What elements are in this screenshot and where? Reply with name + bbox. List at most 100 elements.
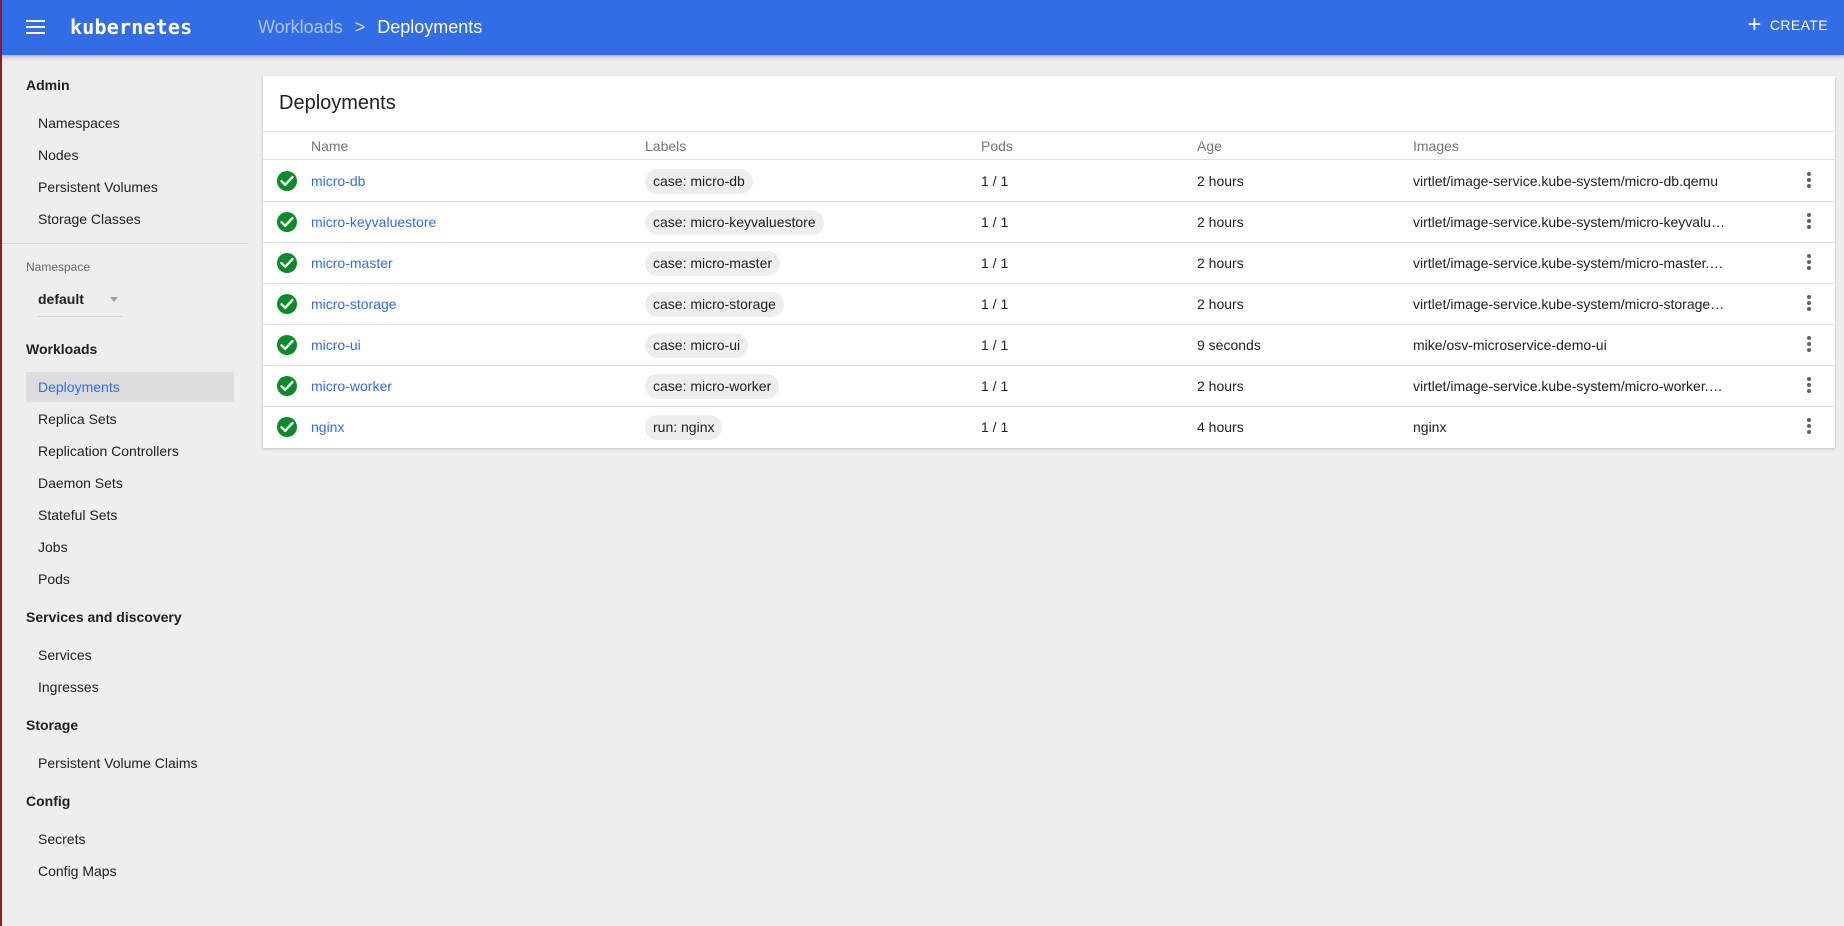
- age-value: 2 hours: [1197, 255, 1244, 271]
- image-value: nginx: [1413, 419, 1447, 435]
- top-toolbar: kubernetes Workloads > Deployments + CRE…: [0, 0, 1844, 55]
- breadcrumb: Workloads > Deployments: [258, 17, 482, 38]
- sidebar-item-namespaces[interactable]: Namespaces: [38, 115, 120, 131]
- check-circle-icon: [277, 253, 297, 273]
- more-vert-icon[interactable]: [1805, 377, 1813, 397]
- deployment-name-link[interactable]: micro-ui: [311, 337, 361, 353]
- plus-icon: +: [1747, 11, 1762, 38]
- pods-count: 1 / 1: [981, 255, 1009, 271]
- section-admin[interactable]: Admin: [26, 77, 70, 93]
- age-value: 2 hours: [1197, 173, 1244, 189]
- column-name[interactable]: Name: [311, 138, 348, 154]
- sidebar-item-secrets[interactable]: Secrets: [38, 831, 85, 847]
- check-circle-icon: [277, 335, 297, 355]
- section-services-discovery[interactable]: Services and discovery: [26, 609, 182, 625]
- age-value: 2 hours: [1197, 378, 1244, 394]
- check-circle-icon: [277, 376, 297, 396]
- label-chip: case: micro-master: [645, 251, 781, 276]
- sidebar-item-storage-classes[interactable]: Storage Classes: [38, 211, 141, 227]
- deployment-name-link[interactable]: micro-worker: [311, 378, 392, 394]
- label-chip: case: micro-storage: [645, 292, 784, 317]
- sidebar-item-deployments[interactable]: Deployments: [38, 379, 120, 395]
- brand-logo[interactable]: kubernetes: [70, 15, 192, 39]
- deployment-name-link[interactable]: micro-keyvaluestore: [311, 214, 436, 230]
- more-vert-icon[interactable]: [1805, 213, 1813, 233]
- section-config[interactable]: Config: [26, 793, 70, 809]
- label-chip: run: nginx: [645, 415, 723, 440]
- table-header: Name Labels Pods Age Images: [263, 132, 1835, 160]
- image-value: virtlet/image-service.kube-system/micro-…: [1413, 214, 1725, 230]
- image-value: virtlet/image-service.kube-system/micro-…: [1413, 173, 1718, 189]
- sidebar-item-nodes[interactable]: Nodes: [38, 147, 78, 163]
- more-vert-icon[interactable]: [1805, 418, 1813, 438]
- check-circle-icon: [277, 212, 297, 232]
- sidebar-item-jobs[interactable]: Jobs: [38, 539, 68, 555]
- sidebar-item-ingresses[interactable]: Ingresses: [38, 679, 99, 695]
- pods-count: 1 / 1: [981, 296, 1009, 312]
- sidebar-item-persistent-volumes[interactable]: Persistent Volumes: [38, 179, 158, 195]
- image-value: virtlet/image-service.kube-system/micro-…: [1413, 296, 1725, 312]
- age-value: 2 hours: [1197, 214, 1244, 230]
- sidebar-item-stateful-sets[interactable]: Stateful Sets: [38, 507, 117, 523]
- section-workloads[interactable]: Workloads: [26, 341, 97, 357]
- sidebar-item-daemon-sets[interactable]: Daemon Sets: [38, 475, 123, 491]
- sidebar-item-services[interactable]: Services: [38, 647, 92, 663]
- sidebar-item-persistent-volume-claims[interactable]: Persistent Volume Claims: [38, 755, 198, 771]
- age-value: 4 hours: [1197, 419, 1244, 435]
- age-value: 2 hours: [1197, 296, 1244, 312]
- window-edge: [0, 0, 2, 926]
- menu-icon[interactable]: [22, 16, 50, 40]
- more-vert-icon[interactable]: [1805, 254, 1813, 274]
- label-chip: case: micro-worker: [645, 374, 780, 399]
- image-value: virtlet/image-service.kube-system/micro-…: [1413, 255, 1724, 271]
- deployment-name-link[interactable]: micro-master: [311, 255, 393, 271]
- image-value: virtlet/image-service.kube-system/micro-…: [1413, 378, 1723, 394]
- create-button[interactable]: + CREATE: [1747, 11, 1828, 38]
- section-storage[interactable]: Storage: [26, 717, 78, 733]
- more-vert-icon[interactable]: [1805, 172, 1813, 192]
- check-circle-icon: [277, 171, 297, 191]
- sidebar-item-replica-sets[interactable]: Replica Sets: [38, 411, 117, 427]
- sidebar-item-config-maps[interactable]: Config Maps: [38, 863, 117, 879]
- namespace-select[interactable]: default: [38, 291, 122, 317]
- more-vert-icon[interactable]: [1805, 336, 1813, 356]
- sidebar-divider: [2, 243, 248, 244]
- table-row: micro-keyvaluestore case: micro-keyvalues…: [263, 202, 1835, 243]
- namespace-value: default: [38, 291, 84, 307]
- column-images: Images: [1413, 138, 1459, 154]
- label-chip: case: micro-keyvaluestore: [645, 210, 824, 235]
- table-row: micro-storage case: micro-storage 1 / 1 2 h…: [263, 284, 1835, 325]
- image-value: mike/osv-microservice-demo-ui: [1413, 337, 1607, 353]
- pods-count: 1 / 1: [981, 337, 1009, 353]
- caret-down-icon: [110, 297, 118, 302]
- pods-count: 1 / 1: [981, 419, 1009, 435]
- more-vert-icon[interactable]: [1805, 295, 1813, 315]
- namespace-label: Namespace: [26, 260, 91, 274]
- check-circle-icon: [277, 294, 297, 314]
- table-row: micro-worker case: micro-worker 1 / 1 2 hou…: [263, 366, 1835, 407]
- table-row: micro-ui case: micro-ui 1 / 1 9 seconds mike…: [263, 325, 1835, 366]
- deployment-name-link[interactable]: micro-storage: [311, 296, 397, 312]
- sidebar-item-pods[interactable]: Pods: [38, 571, 70, 587]
- deployment-name-link[interactable]: nginx: [311, 419, 344, 435]
- sidebar: Admin Namespaces Nodes Persistent Volume…: [2, 55, 248, 926]
- column-pods: Pods: [981, 138, 1013, 154]
- column-age[interactable]: Age: [1197, 138, 1222, 154]
- pods-count: 1 / 1: [981, 214, 1009, 230]
- breadcrumb-workloads[interactable]: Workloads: [258, 17, 343, 38]
- create-label: CREATE: [1769, 17, 1828, 33]
- sidebar-item-replication-controllers[interactable]: Replication Controllers: [38, 443, 179, 459]
- chevron-right-icon: >: [354, 17, 366, 37]
- pods-count: 1 / 1: [981, 378, 1009, 394]
- deployments-card: Deployments Name Labels Pods Age Images …: [263, 76, 1835, 448]
- table-row: nginx run: nginx 1 / 1 4 hours nginx: [263, 407, 1835, 448]
- breadcrumb-current: Deployments: [377, 17, 483, 37]
- column-labels: Labels: [645, 138, 687, 154]
- label-chip: case: micro-ui: [645, 333, 749, 358]
- check-circle-icon: [277, 417, 297, 437]
- label-chip: case: micro-db: [645, 169, 753, 194]
- card-title: Deployments: [279, 92, 396, 114]
- deployment-name-link[interactable]: micro-db: [311, 173, 365, 189]
- table-row: micro-db case: micro-db 1 / 1 2 hours virtle…: [263, 161, 1835, 202]
- table-row: micro-master case: micro-master 1 / 1 2 hou…: [263, 243, 1835, 284]
